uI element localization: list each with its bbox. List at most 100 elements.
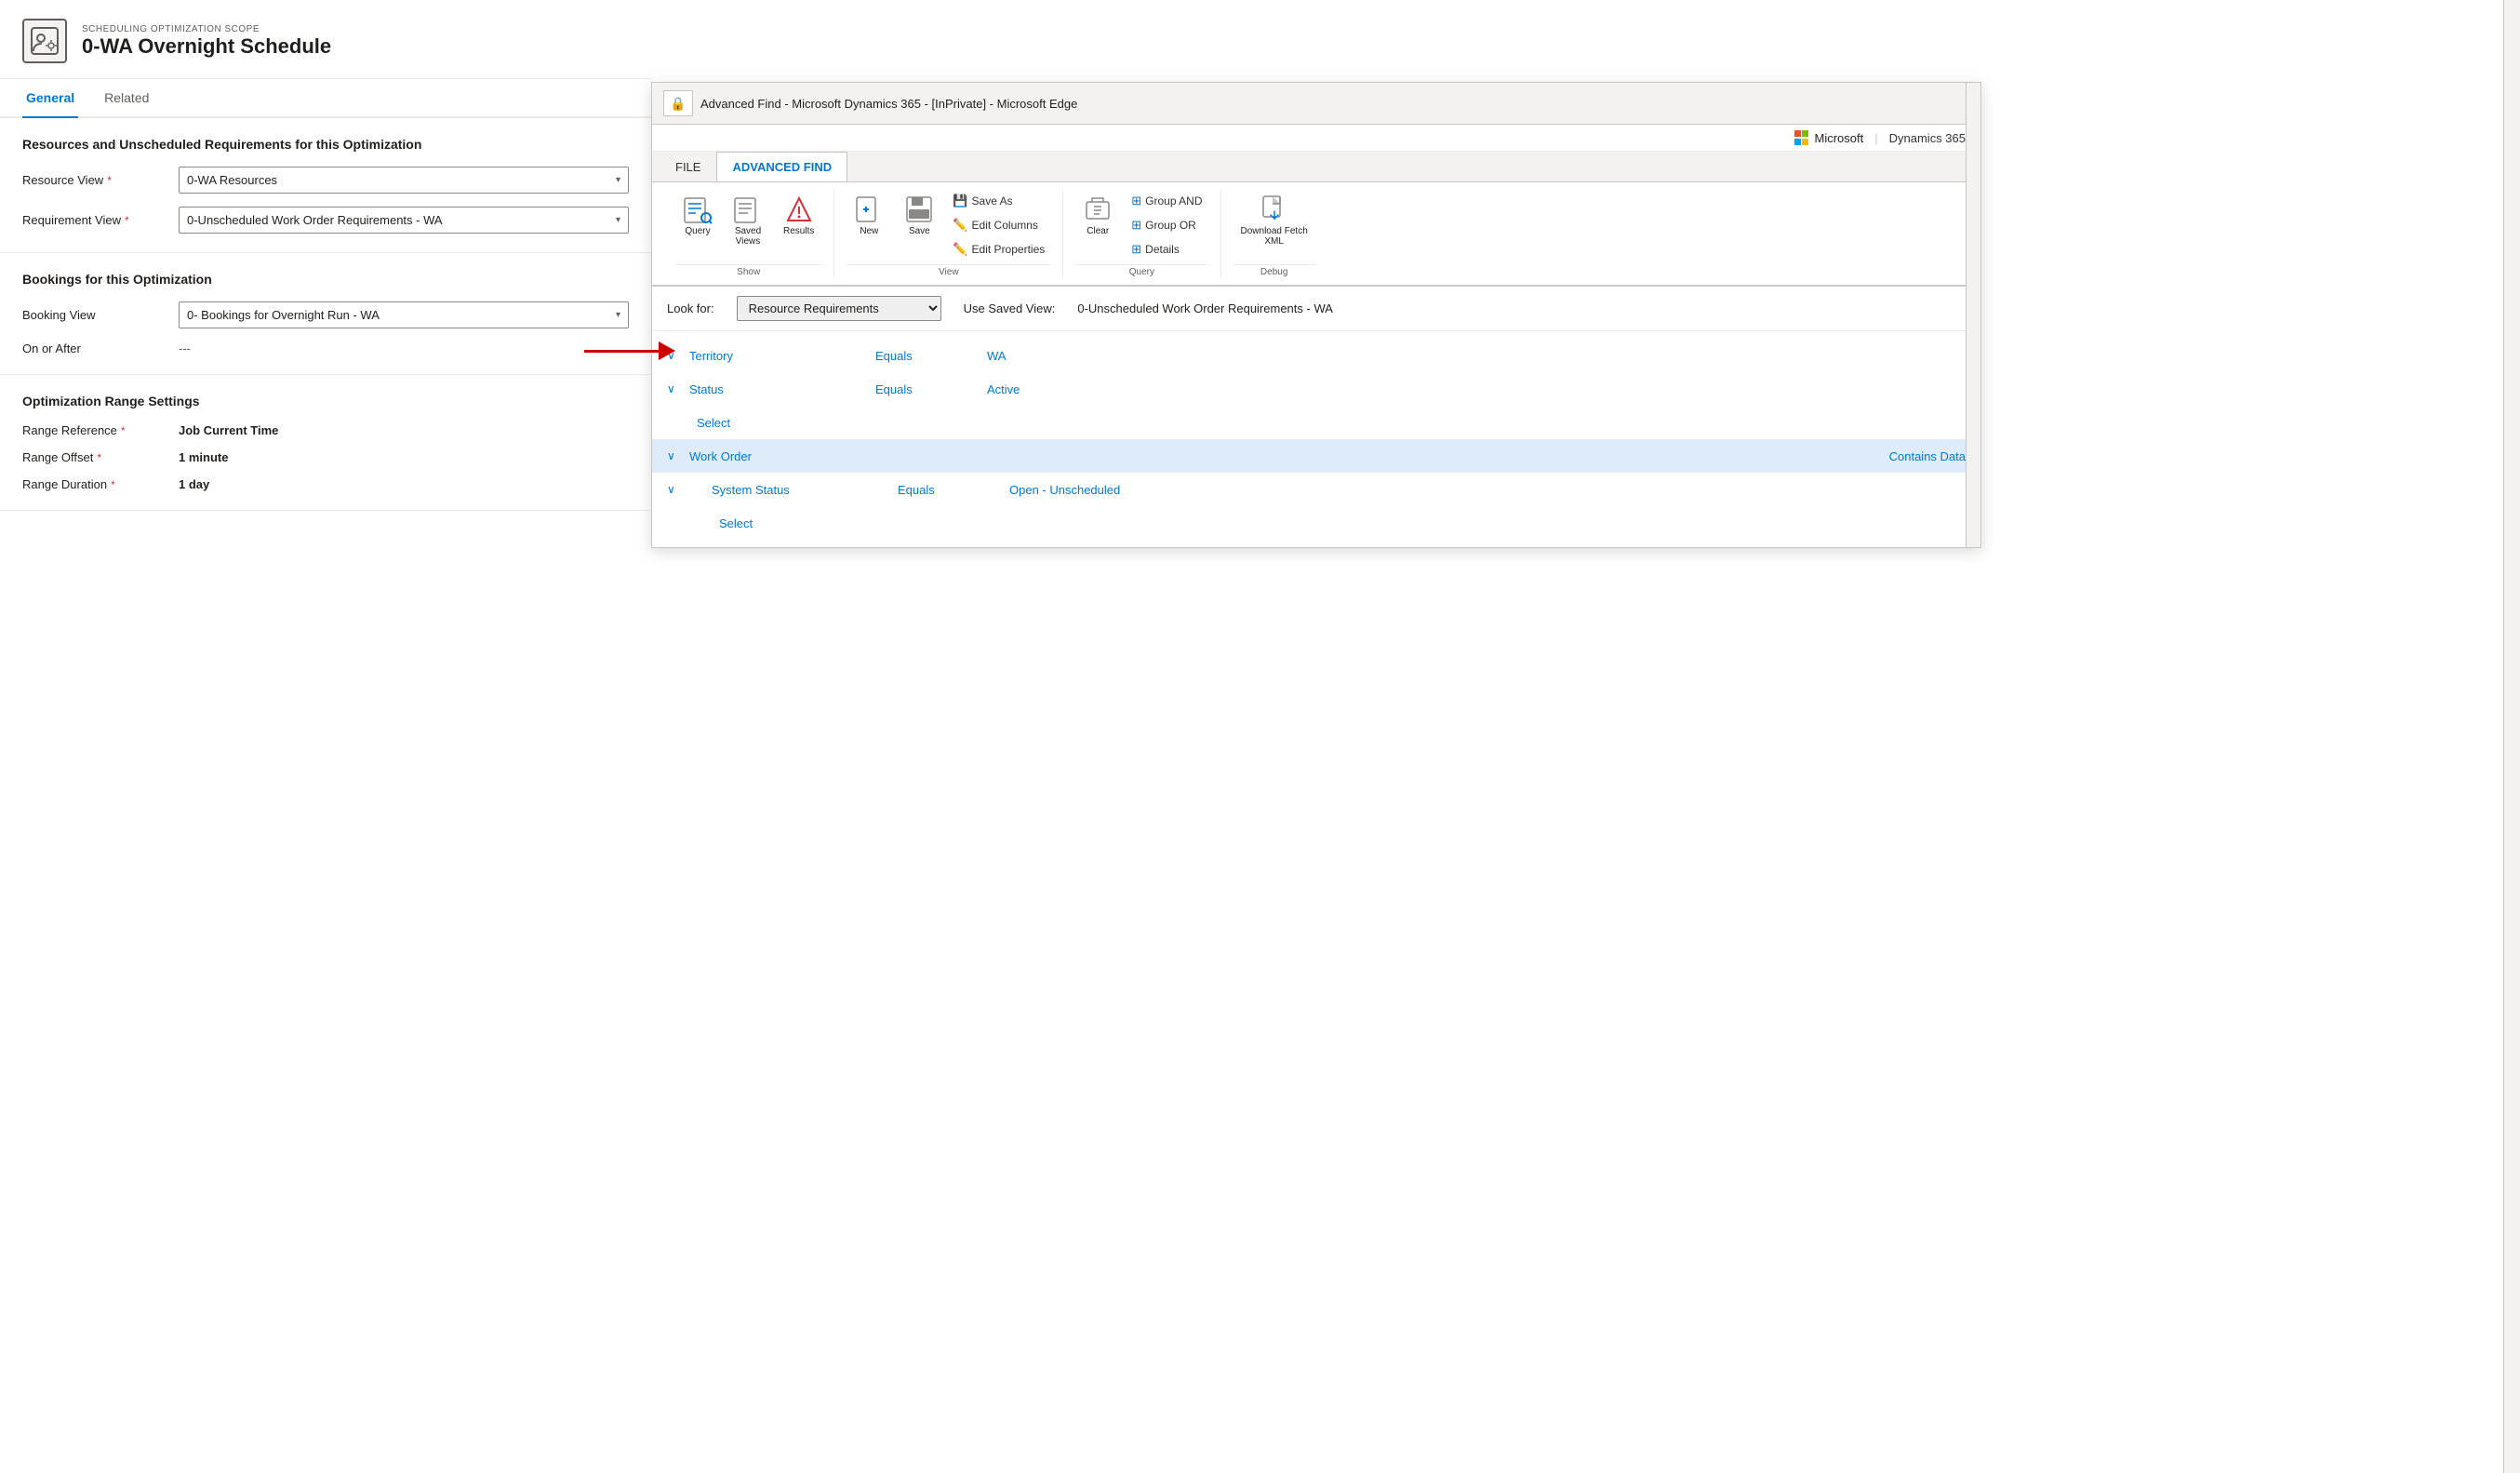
form-icon bbox=[22, 19, 67, 63]
ribbon-group-view: New Save � bbox=[834, 190, 1063, 277]
work-order-chevron[interactable]: ∨ bbox=[667, 449, 682, 462]
details-icon: ⊞ bbox=[1131, 242, 1141, 257]
territory-field-link[interactable]: Territory bbox=[689, 349, 875, 363]
requirement-view-input[interactable]: 0-Unscheduled Work Order Requirements - … bbox=[179, 207, 629, 234]
ribbon-tabs: FILE ADVANCED FIND bbox=[652, 152, 1980, 182]
dialog-title-text: Advanced Find - Microsoft Dynamics 365 -… bbox=[700, 97, 1077, 111]
range-offset-label: Range Offset * bbox=[22, 450, 171, 464]
save-label: Save bbox=[909, 226, 930, 236]
required-star-3: * bbox=[121, 424, 126, 437]
clear-button[interactable]: Clear bbox=[1074, 190, 1121, 241]
work-order-value-link[interactable]: Contains Data bbox=[1889, 449, 1966, 463]
form-title: 0-WA Overnight Schedule bbox=[82, 34, 331, 59]
filter-row-select-1: ∨ Select bbox=[652, 406, 1980, 439]
range-section: Optimization Range Settings Range Refere… bbox=[0, 375, 651, 511]
on-or-after-label: On or After bbox=[22, 341, 171, 355]
tab-general[interactable]: General bbox=[22, 79, 78, 118]
ms-text: Microsoft bbox=[1815, 131, 1864, 145]
edit-columns-icon: ✏️ bbox=[953, 218, 967, 233]
filter-row-work-order: ∨ Work Order Contains Data bbox=[652, 439, 1980, 473]
new-label: New bbox=[860, 226, 878, 236]
form-header: SCHEDULING OPTIMIZATION SCOPE 0-WA Overn… bbox=[0, 0, 651, 79]
query-col-buttons: ⊞ Group AND ⊞ Group OR ⊞ Details bbox=[1125, 190, 1208, 261]
booking-view-input[interactable]: 0- Bookings for Overnight Run - WA ▾ bbox=[179, 301, 629, 328]
resources-section: Resources and Unscheduled Requirements f… bbox=[0, 118, 651, 253]
group-or-button[interactable]: ⊞ Group OR bbox=[1125, 214, 1208, 236]
save-button[interactable]: Save bbox=[896, 190, 942, 241]
form-tabs: General Related bbox=[0, 79, 651, 118]
territory-operator-link[interactable]: Equals bbox=[875, 349, 987, 363]
status-field-link[interactable]: Status bbox=[689, 382, 875, 396]
page-background: SCHEDULING OPTIMIZATION SCOPE 0-WA Overn… bbox=[0, 0, 2520, 1473]
tab-file[interactable]: FILE bbox=[660, 152, 716, 181]
work-order-field-link[interactable]: Work Order bbox=[689, 449, 875, 463]
look-for-select[interactable]: Resource Requirements bbox=[737, 296, 941, 321]
red-arrow-line bbox=[584, 350, 659, 353]
save-as-icon: 💾 bbox=[953, 194, 967, 208]
save-icon bbox=[904, 194, 934, 224]
filter-area: ∨ Territory Equals WA ∨ Status Equals Ac… bbox=[652, 331, 1980, 547]
resource-view-input[interactable]: 0-WA Resources ▾ bbox=[179, 167, 629, 194]
requirement-view-input-wrapper: 0-Unscheduled Work Order Requirements - … bbox=[179, 207, 629, 234]
new-button[interactable]: New bbox=[846, 190, 892, 241]
left-panel: SCHEDULING OPTIMIZATION SCOPE 0-WA Overn… bbox=[0, 0, 651, 1473]
tab-advanced-find[interactable]: ADVANCED FIND bbox=[716, 152, 847, 181]
details-button[interactable]: ⊞ Details bbox=[1125, 238, 1208, 261]
on-or-after-field: On or After --- bbox=[22, 341, 629, 355]
range-reference-label: Range Reference * bbox=[22, 423, 171, 437]
system-status-chevron[interactable]: ∨ bbox=[667, 483, 682, 496]
resource-view-field: Resource View * 0-WA Resources ▾ bbox=[22, 167, 629, 194]
group-or-icon: ⊞ bbox=[1131, 218, 1141, 233]
view-group-label: View bbox=[846, 264, 1051, 277]
dialog-lock-button[interactable]: 🔒 bbox=[663, 90, 693, 116]
group-and-button[interactable]: ⊞ Group AND bbox=[1125, 190, 1208, 212]
booking-view-input-wrapper: 0- Bookings for Overnight Run - WA ▾ bbox=[179, 301, 629, 328]
select-2-link[interactable]: Select bbox=[719, 516, 753, 530]
query-button[interactable]: Query bbox=[674, 190, 721, 241]
edit-columns-button[interactable]: ✏️ Edit Columns bbox=[946, 214, 1051, 236]
saved-views-label: SavedViews bbox=[735, 226, 761, 247]
results-button[interactable]: Results bbox=[775, 190, 822, 241]
system-status-field-link[interactable]: System Status bbox=[712, 483, 898, 497]
group-or-label: Group OR bbox=[1145, 219, 1196, 232]
required-star-5: * bbox=[111, 478, 115, 491]
system-status-value-link[interactable]: Open - Unscheduled bbox=[1009, 483, 1120, 497]
range-section-title: Optimization Range Settings bbox=[22, 394, 629, 408]
ribbon-group-show: Query SavedViews bbox=[663, 190, 834, 277]
saved-views-button[interactable]: SavedViews bbox=[725, 190, 771, 251]
territory-value-link[interactable]: WA bbox=[987, 349, 1006, 363]
booking-view-field: Booking View 0- Bookings for Overnight R… bbox=[22, 301, 629, 328]
ribbon-group-query-items: Clear ⊞ Group AND ⊞ Group OR ⊞ bbox=[1074, 190, 1208, 261]
query-label: Query bbox=[685, 226, 710, 236]
ms-squares bbox=[1794, 130, 1809, 145]
use-saved-value: 0-Unscheduled Work Order Requirements - … bbox=[1077, 301, 1333, 315]
resources-section-title: Resources and Unscheduled Requirements f… bbox=[22, 137, 629, 152]
bookings-section: Bookings for this Optimization Booking V… bbox=[0, 253, 651, 375]
ms-square-red bbox=[1794, 130, 1801, 137]
ms-square-yellow bbox=[1802, 139, 1808, 145]
select-1-link[interactable]: Select bbox=[697, 416, 730, 430]
edit-properties-button[interactable]: ✏️ Edit Properties bbox=[946, 238, 1051, 261]
tab-related[interactable]: Related bbox=[100, 79, 153, 118]
range-offset-value: 1 minute bbox=[179, 450, 228, 464]
status-operator-link[interactable]: Equals bbox=[875, 382, 987, 396]
download-fetch-xml-button[interactable]: Download FetchXML bbox=[1233, 190, 1316, 251]
form-subtitle: SCHEDULING OPTIMIZATION SCOPE bbox=[82, 24, 331, 34]
clear-label: Clear bbox=[1087, 226, 1109, 236]
requirement-view-field: Requirement View * 0-Unscheduled Work Or… bbox=[22, 207, 629, 234]
ms-separator: | bbox=[1874, 131, 1877, 145]
required-star-4: * bbox=[97, 451, 101, 464]
main-scrollbar[interactable] bbox=[2503, 0, 2520, 1473]
new-icon bbox=[854, 194, 884, 224]
system-status-operator-link[interactable]: Equals bbox=[898, 483, 1009, 497]
view-col-buttons: 💾 Save As ✏️ Edit Columns ✏️ Edit Proper… bbox=[946, 190, 1051, 261]
red-arrow-head bbox=[659, 341, 675, 360]
requirement-view-dropdown-icon: ▾ bbox=[616, 215, 620, 225]
ms-square-blue bbox=[1794, 139, 1801, 145]
dialog-scrollbar[interactable] bbox=[1966, 83, 1980, 547]
results-label: Results bbox=[783, 226, 814, 236]
range-duration-field: Range Duration * 1 day bbox=[22, 477, 629, 491]
status-chevron[interactable]: ∨ bbox=[667, 382, 682, 395]
save-as-button[interactable]: 💾 Save As bbox=[946, 190, 1051, 212]
status-value-link[interactable]: Active bbox=[987, 382, 1020, 396]
